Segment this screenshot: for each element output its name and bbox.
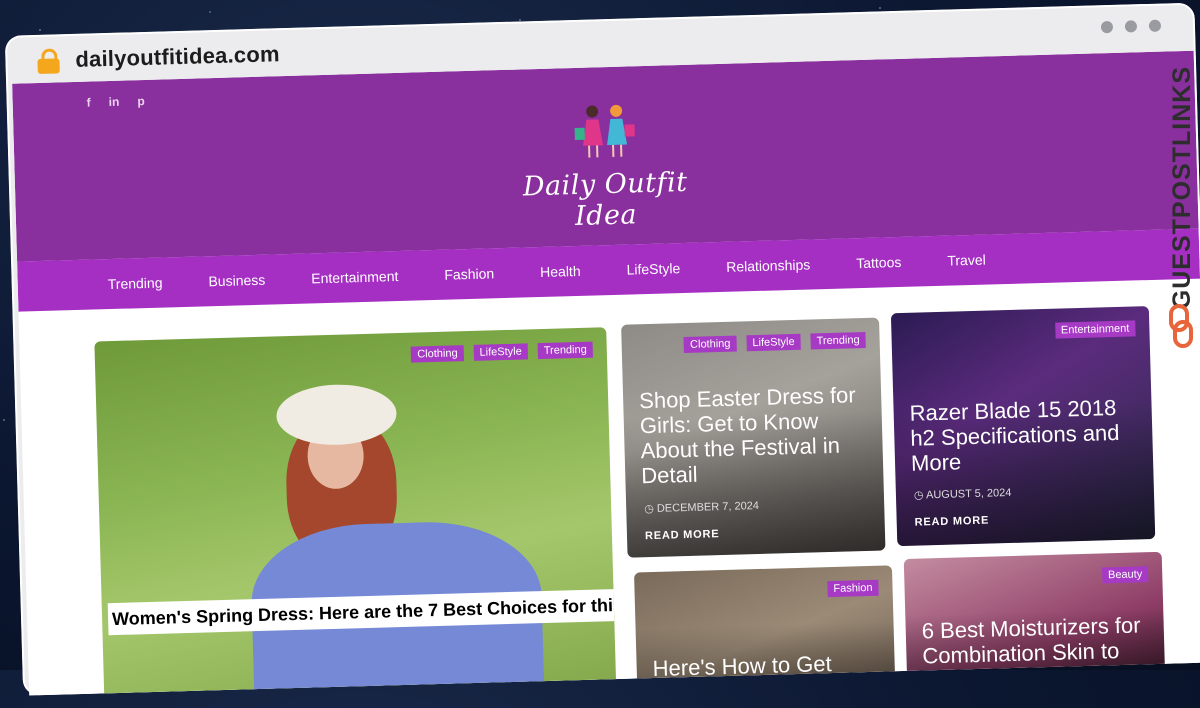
featured-post[interactable]: Entertainment Razer Blade 15 2018 h2 Spe… (891, 306, 1155, 546)
guestpostlinks-watermark: GUESTPOSTLINKS (1164, 60, 1200, 360)
window-dot-icon[interactable] (1125, 20, 1137, 32)
window-dot-icon[interactable] (1149, 20, 1161, 32)
post-tags: Entertainment (1055, 320, 1136, 338)
nav-item-relationships[interactable]: Relationships (726, 256, 810, 274)
nav-item-lifestyle[interactable]: LifeStyle (626, 260, 680, 277)
tag-badge[interactable]: LifeStyle (473, 343, 528, 361)
post-tags: Fashion (827, 580, 879, 597)
featured-post[interactable]: Fashion Here's How to Get (634, 565, 896, 695)
nav-item-entertainment[interactable]: Entertainment (311, 268, 399, 286)
post-tags: Beauty (1102, 566, 1149, 583)
tag-badge[interactable]: Trending (810, 332, 865, 350)
post-title[interactable]: Razer Blade 15 2018 h2 Specifications an… (909, 394, 1141, 475)
logo-text: Daily Outfit Idea (495, 166, 717, 234)
post-tags: Clothing LifeStyle Trending (411, 342, 593, 363)
watermark-text: GUESTPOSTLINKS (1168, 66, 1197, 309)
tag-badge[interactable]: Beauty (1102, 566, 1149, 583)
post-title[interactable]: Shop Easter Dress for Girls: Get to Know… (639, 382, 872, 488)
linkedin-icon[interactable]: in (108, 95, 119, 109)
tag-badge[interactable]: Clothing (684, 336, 737, 353)
social-links: f in p (86, 94, 144, 110)
nav-item-travel[interactable]: Travel (947, 252, 986, 269)
facebook-icon[interactable]: f (86, 96, 90, 110)
site-header: f in p (12, 51, 1199, 262)
featured-post-large[interactable]: Clothing LifeStyle Trending Women's Spri… (94, 327, 616, 695)
tag-badge[interactable]: Clothing (411, 345, 464, 362)
nav-item-trending[interactable]: Trending (108, 275, 163, 293)
tag-badge[interactable]: Fashion (827, 580, 879, 597)
lock-icon (37, 48, 60, 73)
tag-badge[interactable]: LifeStyle (746, 334, 801, 352)
nav-item-fashion[interactable]: Fashion (444, 265, 494, 282)
window-controls (1101, 20, 1161, 34)
pinterest-icon[interactable]: p (137, 94, 145, 108)
web-page: f in p (12, 51, 1200, 696)
tag-badge[interactable]: Trending (538, 342, 593, 360)
nav-item-tattoos[interactable]: Tattoos (856, 254, 902, 271)
read-more-link[interactable]: READ MORE (645, 528, 720, 542)
featured-posts: Clothing LifeStyle Trending Women's Spri… (18, 279, 1200, 696)
nav-item-business[interactable]: Business (208, 272, 265, 290)
browser-frame: dailyoutfitidea.com f in p (0, 0, 1200, 708)
logo-girls-icon (558, 100, 650, 160)
link-chain-icon (1168, 304, 1194, 348)
post-tags: Clothing LifeStyle Trending (684, 332, 866, 353)
tag-badge[interactable]: Entertainment (1055, 320, 1136, 338)
site-logo[interactable]: Daily Outfit Idea (493, 98, 716, 214)
post-title[interactable]: 6 Best Moisturizers for Combination Skin… (921, 612, 1159, 694)
post-date-text: AUGUST 5, 2024 (926, 487, 1012, 501)
window-dot-icon[interactable] (1101, 21, 1113, 33)
post-date: ◷ AUGUST 5, 2024 (914, 486, 1012, 502)
read-more-link[interactable]: READ MORE (915, 515, 990, 529)
featured-post[interactable]: Clothing LifeStyle Trending Shop Easter … (621, 318, 885, 558)
nav-item-health[interactable]: Health (540, 263, 581, 280)
url-text[interactable]: dailyoutfitidea.com (75, 41, 280, 73)
featured-post[interactable]: Beauty 6 Best Moisturizers for Combinati… (904, 552, 1166, 696)
post-title[interactable]: Here's How to Get (652, 650, 883, 681)
browser-window: dailyoutfitidea.com f in p (5, 3, 1200, 696)
